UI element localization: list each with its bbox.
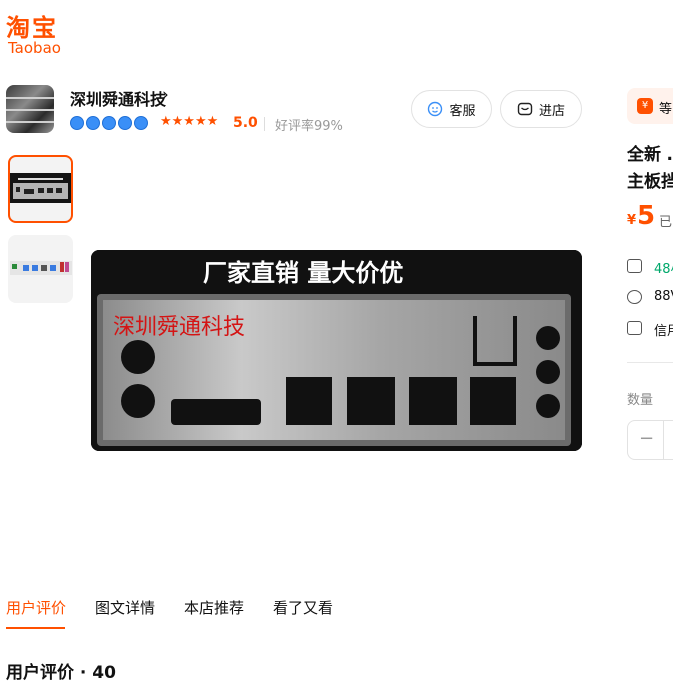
chevron-right-icon[interactable]: › (162, 85, 169, 105)
banner-text: 厂家直销 量大价优 (203, 259, 403, 287)
delivery-truck-icon (627, 259, 642, 273)
enter-store-button[interactable]: 进店 (500, 90, 582, 128)
chat-bot-icon (428, 101, 443, 117)
coupon-icon: ¥ (637, 98, 653, 114)
tab-details[interactable]: 图文详情 (95, 597, 155, 618)
quantity-label: 数量 (627, 393, 654, 408)
tab-also-viewed[interactable]: 看了又看 (273, 597, 333, 618)
good-rate: 好评率99% (275, 119, 343, 134)
reviews-heading: 用户评价 · 40 (6, 663, 116, 683)
customer-service-label: 客服 (449, 103, 476, 119)
product-title-line1: 全新 … (627, 145, 673, 165)
divider (663, 420, 664, 460)
vip-info: 88V (654, 289, 673, 304)
product-title-line2: 主板挡 (627, 172, 673, 192)
shop-avatar[interactable] (6, 85, 54, 133)
star-rating-icons: ★★★★★ (160, 114, 219, 129)
tab-shop-recommend[interactable]: 本店推荐 (184, 597, 244, 618)
store-icon (517, 102, 533, 116)
enter-store-label: 进店 (538, 103, 565, 119)
quantity-minus-button[interactable]: − (639, 428, 654, 449)
product-price: 5 (637, 201, 656, 231)
medal-icon (86, 116, 100, 130)
taobao-logo-en[interactable]: Taobao (8, 39, 61, 57)
active-tab-indicator (6, 627, 65, 629)
credit-info: 信用 (654, 324, 673, 339)
customer-service-button[interactable]: 客服 (411, 90, 492, 128)
medal-icon (118, 116, 132, 130)
divider (627, 362, 673, 363)
sold-count: 已 (659, 215, 673, 230)
credit-card-icon (627, 321, 642, 335)
promo-tag-text: 等 (659, 102, 673, 117)
medal-icon (70, 116, 84, 130)
vip-badge-icon (627, 290, 642, 304)
thumbnail-1[interactable] (8, 155, 73, 223)
taobao-logo[interactable]: 淘宝 (6, 8, 58, 43)
shop-level-medals (70, 116, 148, 130)
delivery-info: 48小 (654, 262, 673, 277)
medal-icon (102, 116, 116, 130)
thumbnail-2[interactable] (8, 235, 73, 303)
shop-score: 5.0 (233, 115, 258, 131)
divider (264, 117, 265, 131)
medal-icon (134, 116, 148, 130)
currency-symbol: ¥ (627, 213, 637, 228)
product-main-image[interactable]: 厂家直销 量大价优 深圳舜通科技 (91, 250, 582, 451)
shop-name-link[interactable]: 深圳舜通科技 (70, 86, 166, 110)
tab-reviews[interactable]: 用户评价 (6, 597, 66, 618)
watermark-text: 深圳舜通科技 (113, 315, 245, 340)
